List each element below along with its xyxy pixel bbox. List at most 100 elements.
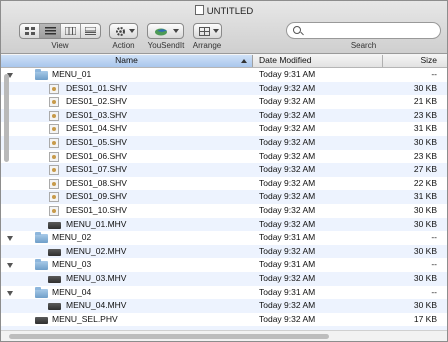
image-file-icon [49,124,59,135]
image-file-icon [49,97,59,108]
name-column-header[interactable]: Name [1,55,253,67]
image-file-icon [49,83,59,94]
list-view-button[interactable] [40,24,61,38]
file-row[interactable]: MENU_02.MHV Today 9:32 AM 30 KB [1,244,447,259]
folder-row[interactable]: MENU_04 Today 9:31 AM -- [1,286,447,300]
file-row[interactable]: DES01_10.SHV Today 9:32 AM 30 KB [1,204,447,218]
row-name: DES01_02.SHV [66,96,127,107]
chevron-down-icon [173,29,179,33]
view-label: View [51,41,69,50]
yousendit-button[interactable] [147,23,184,39]
row-name: DES01_01.SHV [66,82,127,93]
row-name: MENU_04 [52,286,92,297]
vertical-scrollbar[interactable] [3,68,11,330]
file-row[interactable]: DES01_02.SHV Today 9:32 AM 21 KB [1,95,447,109]
row-date: Today 9:32 AM [259,123,316,134]
gear-icon [116,27,125,36]
column-view-icon [65,27,76,35]
file-row[interactable]: DES01_06.SHV Today 9:32 AM 23 KB [1,150,447,164]
search-icon [293,26,301,34]
size-column-header[interactable]: Size [384,55,439,67]
finder-window: UNTITLED View Action YouSendIt Arrange S… [0,0,448,342]
row-name: DES01_08.SHV [66,177,127,188]
row-size: 30 KB [413,204,437,215]
image-file-icon [49,151,59,162]
file-row[interactable]: DES01_01.SHV Today 9:32 AM 30 KB [1,81,447,96]
folder-row[interactable]: MENU_01 Today 9:31 AM -- [1,68,447,82]
file-row[interactable]: MENU_SEL.PHV Today 9:32 AM 17 KB [1,313,447,327]
chevron-down-icon [213,29,219,33]
search-label: Search [350,41,377,50]
row-name: MENU_03.MHV [66,272,127,283]
name-column-label: Name [115,55,138,65]
row-date: Today 9:31 AM [259,69,316,79]
file-row[interactable]: DES01_08.SHV Today 9:32 AM 22 KB [1,177,447,191]
row-size: 17 KB [413,313,437,324]
file-icon [48,221,61,229]
row-name: DES01_03.SHV [66,109,127,120]
search-field[interactable] [286,22,441,39]
file-row[interactable]: MENU_04.MHV Today 9:32 AM 30 KB [1,299,447,313]
folder-row[interactable]: MENU_02 Today 9:31 AM -- [1,231,447,245]
file-icon [48,275,61,283]
file-row[interactable]: DES01_09.SHV Today 9:32 AM 31 KB [1,190,447,204]
window-title: UNTITLED [1,5,447,17]
view-segmented-control [19,23,101,39]
row-size: 21 KB [413,96,437,107]
row-size: -- [431,69,437,79]
row-name: MENU_02 [52,232,92,243]
row-size: 30 KB [413,136,437,147]
row-date: Today 9:32 AM [259,218,316,229]
row-size: 22 KB [413,177,437,188]
arrange-button[interactable] [193,23,222,39]
row-date: Today 9:32 AM [259,300,316,311]
row-date: Today 9:32 AM [259,272,316,283]
row-name: DES01_09.SHV [66,191,127,202]
image-file-icon [49,178,59,189]
chevron-down-icon [129,29,135,33]
row-date: Today 9:32 AM [259,313,316,324]
image-file-icon [49,192,59,203]
row-name: DES01_04.SHV [66,123,127,134]
file-row[interactable]: DES01_03.SHV Today 9:32 AM 23 KB [1,108,447,123]
folder-icon [35,69,48,80]
horizontal-scroll-thumb[interactable] [9,334,329,339]
row-size: 31 KB [413,191,437,202]
row-size: 31 KB [413,123,437,134]
row-name: MENU_04.MHV [66,300,127,311]
action-button[interactable] [109,23,138,39]
file-list: MENU_01 Today 9:31 AM -- DES01_01.SHV Today … [1,68,447,330]
toolbar: UNTITLED View Action YouSendIt Arrange S… [1,1,447,54]
icon-view-button[interactable] [20,24,40,38]
yousendit-label: YouSendIt [147,41,185,50]
row-size: 30 KB [413,300,437,311]
sort-ascending-icon [241,59,247,63]
row-name: MENU_01 [52,69,92,79]
row-size: 30 KB [413,272,437,283]
row-date: Today 9:32 AM [259,191,316,202]
image-file-icon [49,205,59,216]
file-row[interactable]: MENU_03.MHV Today 9:32 AM 30 KB [1,271,447,286]
file-row[interactable]: DES01_07.SHV Today 9:32 AM 27 KB [1,163,447,177]
row-name: MENU_01.MHV [66,218,127,229]
row-size: -- [431,259,437,270]
row-date: Today 9:32 AM [259,245,316,256]
row-date: Today 9:32 AM [259,150,316,161]
column-view-button[interactable] [61,24,81,38]
file-row[interactable]: DES01_05.SHV Today 9:32 AM 30 KB [1,135,447,150]
row-size: -- [431,232,437,243]
vertical-scroll-thumb[interactable] [4,74,9,162]
file-row[interactable]: DES01_04.SHV Today 9:32 AM 31 KB [1,122,447,136]
yousendit-icon [155,28,167,36]
image-file-icon [49,110,59,121]
coverflow-view-button[interactable] [81,24,101,38]
date-column-header[interactable]: Date Modified [253,55,383,67]
folder-row[interactable]: MENU_03 Today 9:31 AM -- [1,258,447,272]
row-size: 30 KB [413,82,437,93]
file-row[interactable]: MENU_01.MHV Today 9:32 AM 30 KB [1,217,447,232]
file-icon [35,316,48,324]
file-icon [48,248,61,256]
horizontal-scrollbar[interactable] [1,330,447,341]
row-date: Today 9:32 AM [259,136,316,147]
row-name: DES01_05.SHV [66,136,127,147]
